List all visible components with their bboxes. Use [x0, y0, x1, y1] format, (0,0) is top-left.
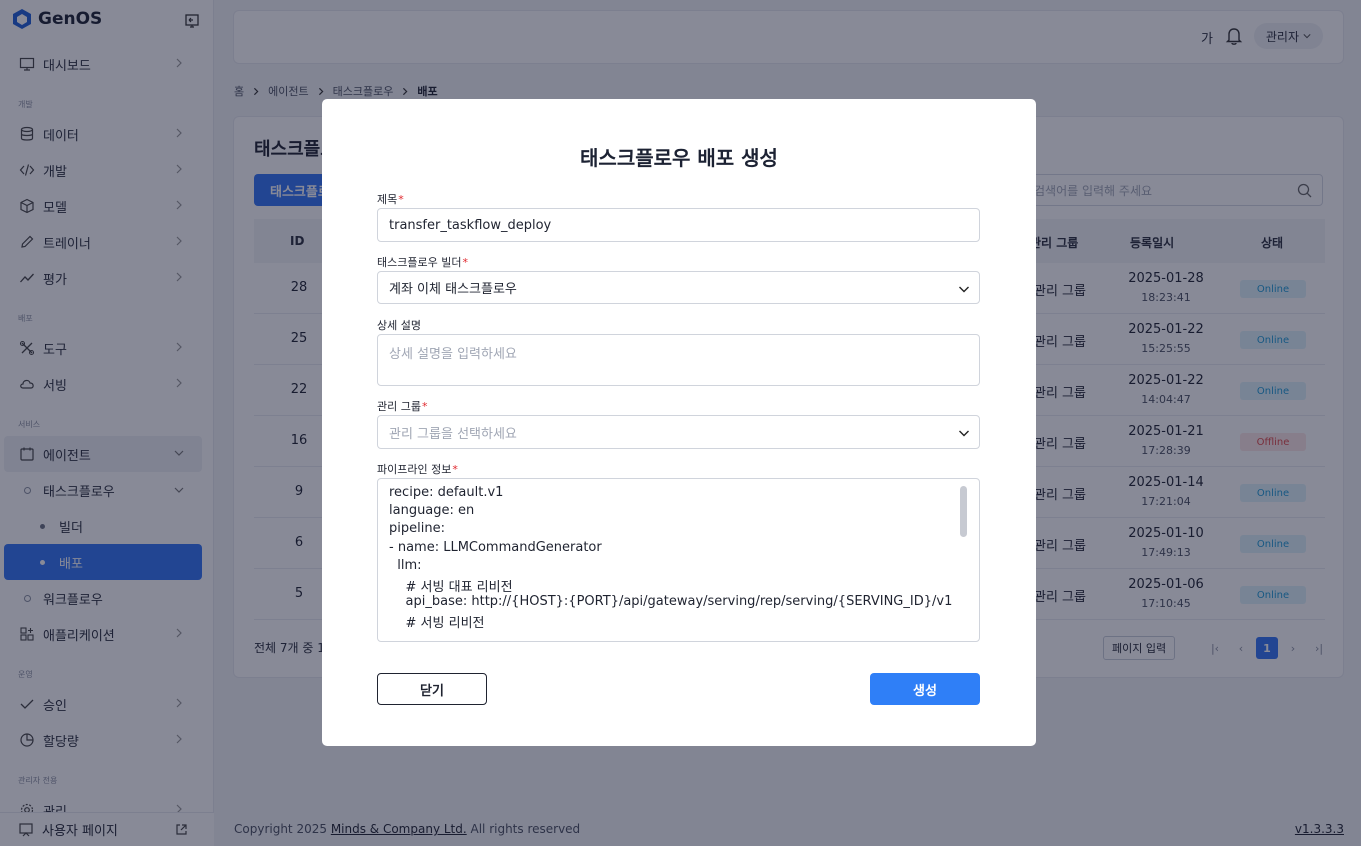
required-mark: *	[462, 256, 468, 269]
chevron-down-icon	[959, 286, 969, 293]
code-line: language: en	[389, 503, 475, 519]
group-placeholder: 관리 그룹을 선택하세요	[389, 426, 517, 442]
code-line: # 서빙 리비전	[389, 616, 485, 632]
required-mark: *	[398, 193, 404, 206]
builder-value: 계좌 이체 태스크플로우	[389, 282, 517, 297]
modal-title: 태스크플로우 배포 생성	[580, 146, 778, 170]
name-label-text: 제목	[377, 193, 398, 206]
desc-label: 상세 설명	[377, 319, 421, 332]
close-button[interactable]: 닫기	[377, 673, 487, 705]
pipeline-label: 파이프라인 정보*	[377, 461, 458, 477]
create-deploy-modal: 태스크플로우 배포 생성 제목* transfer_taskflow_deplo…	[322, 99, 1036, 746]
required-mark: *	[421, 400, 428, 413]
pipeline-editor[interactable]: recipe: default.v1 language: en pipeline: -…	[377, 478, 980, 642]
group-label: 관리 그룹*	[377, 398, 427, 414]
code-line: # 서빙 대표 리비전	[389, 580, 513, 595]
group-label-text: 관리 그룹	[377, 400, 421, 413]
description-textarea[interactable]: 상세 설명을 입력하세요	[377, 334, 980, 386]
group-select[interactable]: 관리 그룹을 선택하세요	[377, 415, 980, 449]
code-line: llm:	[389, 557, 422, 573]
required-mark: *	[452, 463, 458, 476]
builder-select[interactable]: 계좌 이체 태스크플로우	[377, 271, 980, 304]
name-value: transfer_taskflow_deploy	[389, 217, 552, 233]
name-input[interactable]: transfer_taskflow_deploy	[377, 208, 980, 242]
code-line: recipe: default.v1	[389, 485, 504, 500]
builder-label-text: 태스크플로우 빌더	[377, 256, 462, 269]
scrollbar-thumb[interactable]	[960, 486, 967, 537]
pipeline-label-text: 파이프라인 정보	[377, 463, 452, 476]
builder-label: 태스크플로우 빌더*	[377, 254, 468, 270]
create-button[interactable]: 생성	[870, 673, 980, 705]
desc-placeholder: 상세 설명을 입력하세요	[389, 347, 517, 362]
code-line: - name: LLMCommandGenerator	[389, 539, 602, 555]
code-line: pipeline:	[389, 521, 445, 537]
code-line: api_base: http://{HOST}:{PORT}/api/gatew…	[389, 594, 953, 610]
chevron-down-icon	[959, 430, 969, 437]
name-label: 제목*	[377, 191, 404, 207]
